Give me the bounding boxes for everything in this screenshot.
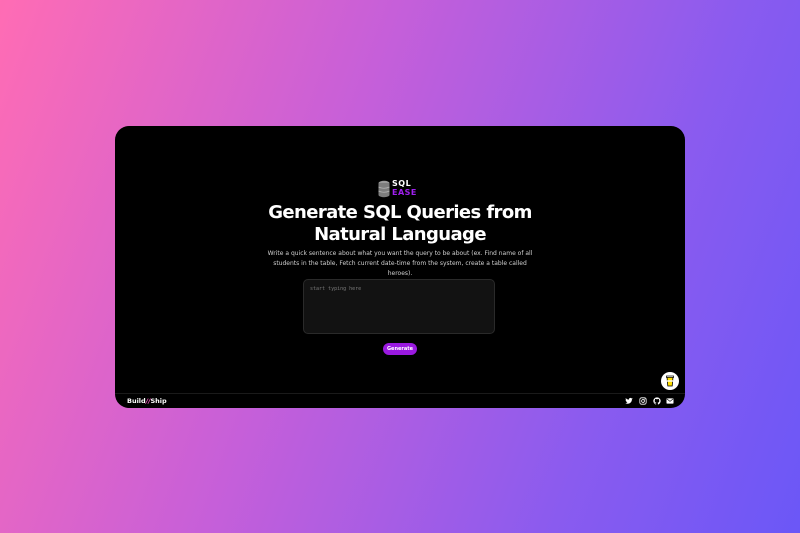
logo-text-sql: SQL bbox=[392, 179, 412, 188]
page-title: Generate SQL Queries from Natural Langua… bbox=[115, 202, 685, 246]
logo-text-ease: EASE bbox=[392, 188, 417, 197]
footer-brand-ship: Ship bbox=[150, 397, 167, 405]
query-input[interactable] bbox=[303, 279, 495, 334]
email-icon[interactable] bbox=[666, 397, 674, 405]
generate-button[interactable]: Generate bbox=[383, 343, 417, 355]
instructions-text: Write a quick sentence about what you wa… bbox=[267, 250, 533, 277]
page-title-line-2: Natural Language bbox=[314, 224, 486, 245]
instagram-icon[interactable] bbox=[639, 397, 647, 405]
page-title-line-1: Generate SQL Queries from bbox=[268, 202, 532, 223]
coffee-cup-icon bbox=[666, 375, 674, 387]
app-window: SQL EASE Generate SQL Queries from Natur… bbox=[115, 126, 685, 408]
sqlease-logo[interactable]: SQL EASE bbox=[378, 179, 424, 200]
footer-brand-build: Build bbox=[127, 397, 146, 405]
footer: Build//Ship bbox=[115, 393, 685, 408]
buy-me-a-coffee-button[interactable] bbox=[661, 372, 679, 390]
twitter-icon[interactable] bbox=[625, 397, 633, 405]
footer-brand[interactable]: Build//Ship bbox=[127, 396, 167, 406]
github-icon[interactable] bbox=[653, 397, 661, 405]
database-icon bbox=[378, 180, 390, 198]
